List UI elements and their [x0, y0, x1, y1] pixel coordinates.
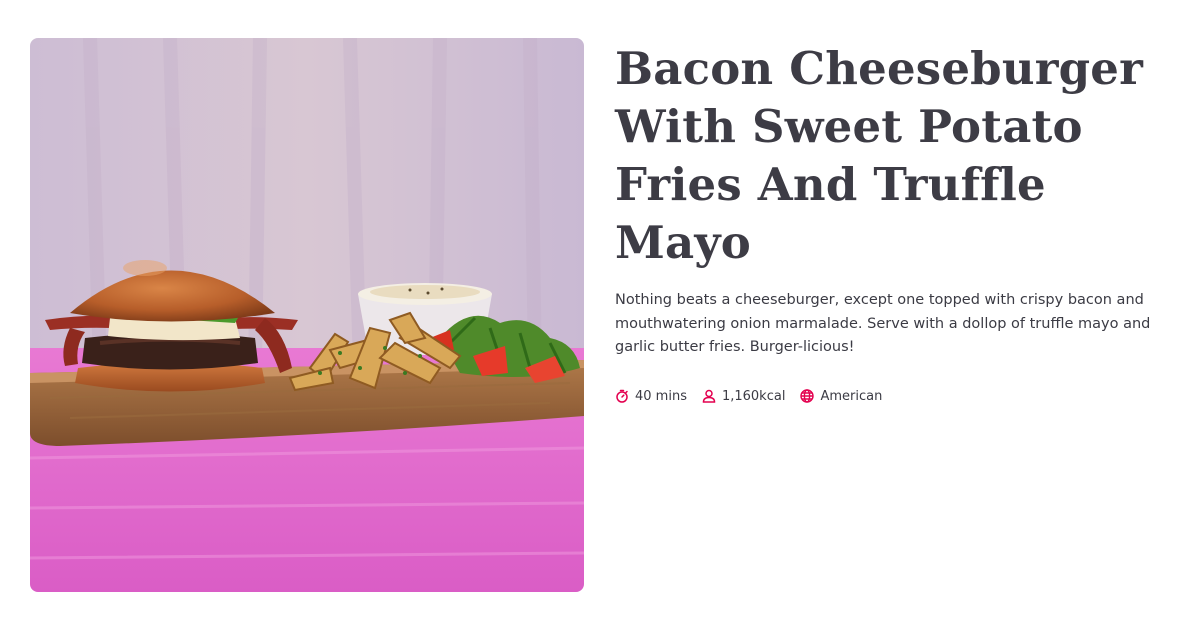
recipe-title: Bacon Cheeseburger With Sweet Potato Fri…: [615, 40, 1175, 272]
recipe-details: Bacon Cheeseburger With Sweet Potato Fri…: [615, 38, 1175, 404]
recipe-photo: [30, 38, 584, 592]
meta-cuisine: American: [800, 389, 882, 404]
globe-icon: [800, 389, 815, 403]
meta-time-label: 40 mins: [635, 388, 687, 404]
recipe-description: Nothing beats a cheeseburger, except one…: [615, 292, 1151, 355]
recipe-title-line-1: Bacon Cheeseburger: [615, 42, 1144, 95]
meta-calories-label: 1,160kcal: [721, 388, 786, 404]
stopwatch-icon: [615, 389, 629, 403]
recipe-title-line-3: Fries And Truffle Mayo: [615, 158, 1046, 269]
recipe-title-line-2: With Sweet Potato: [615, 100, 1083, 153]
recipe-image: [30, 38, 584, 592]
meta-calories: 1,160kcal: [702, 389, 785, 404]
meta-time: 40 mins: [615, 389, 687, 404]
meta-cuisine-label: American: [820, 388, 883, 404]
recipe-meta: 40 mins 1,160kcal American: [615, 389, 1175, 404]
person-icon: [702, 389, 716, 403]
